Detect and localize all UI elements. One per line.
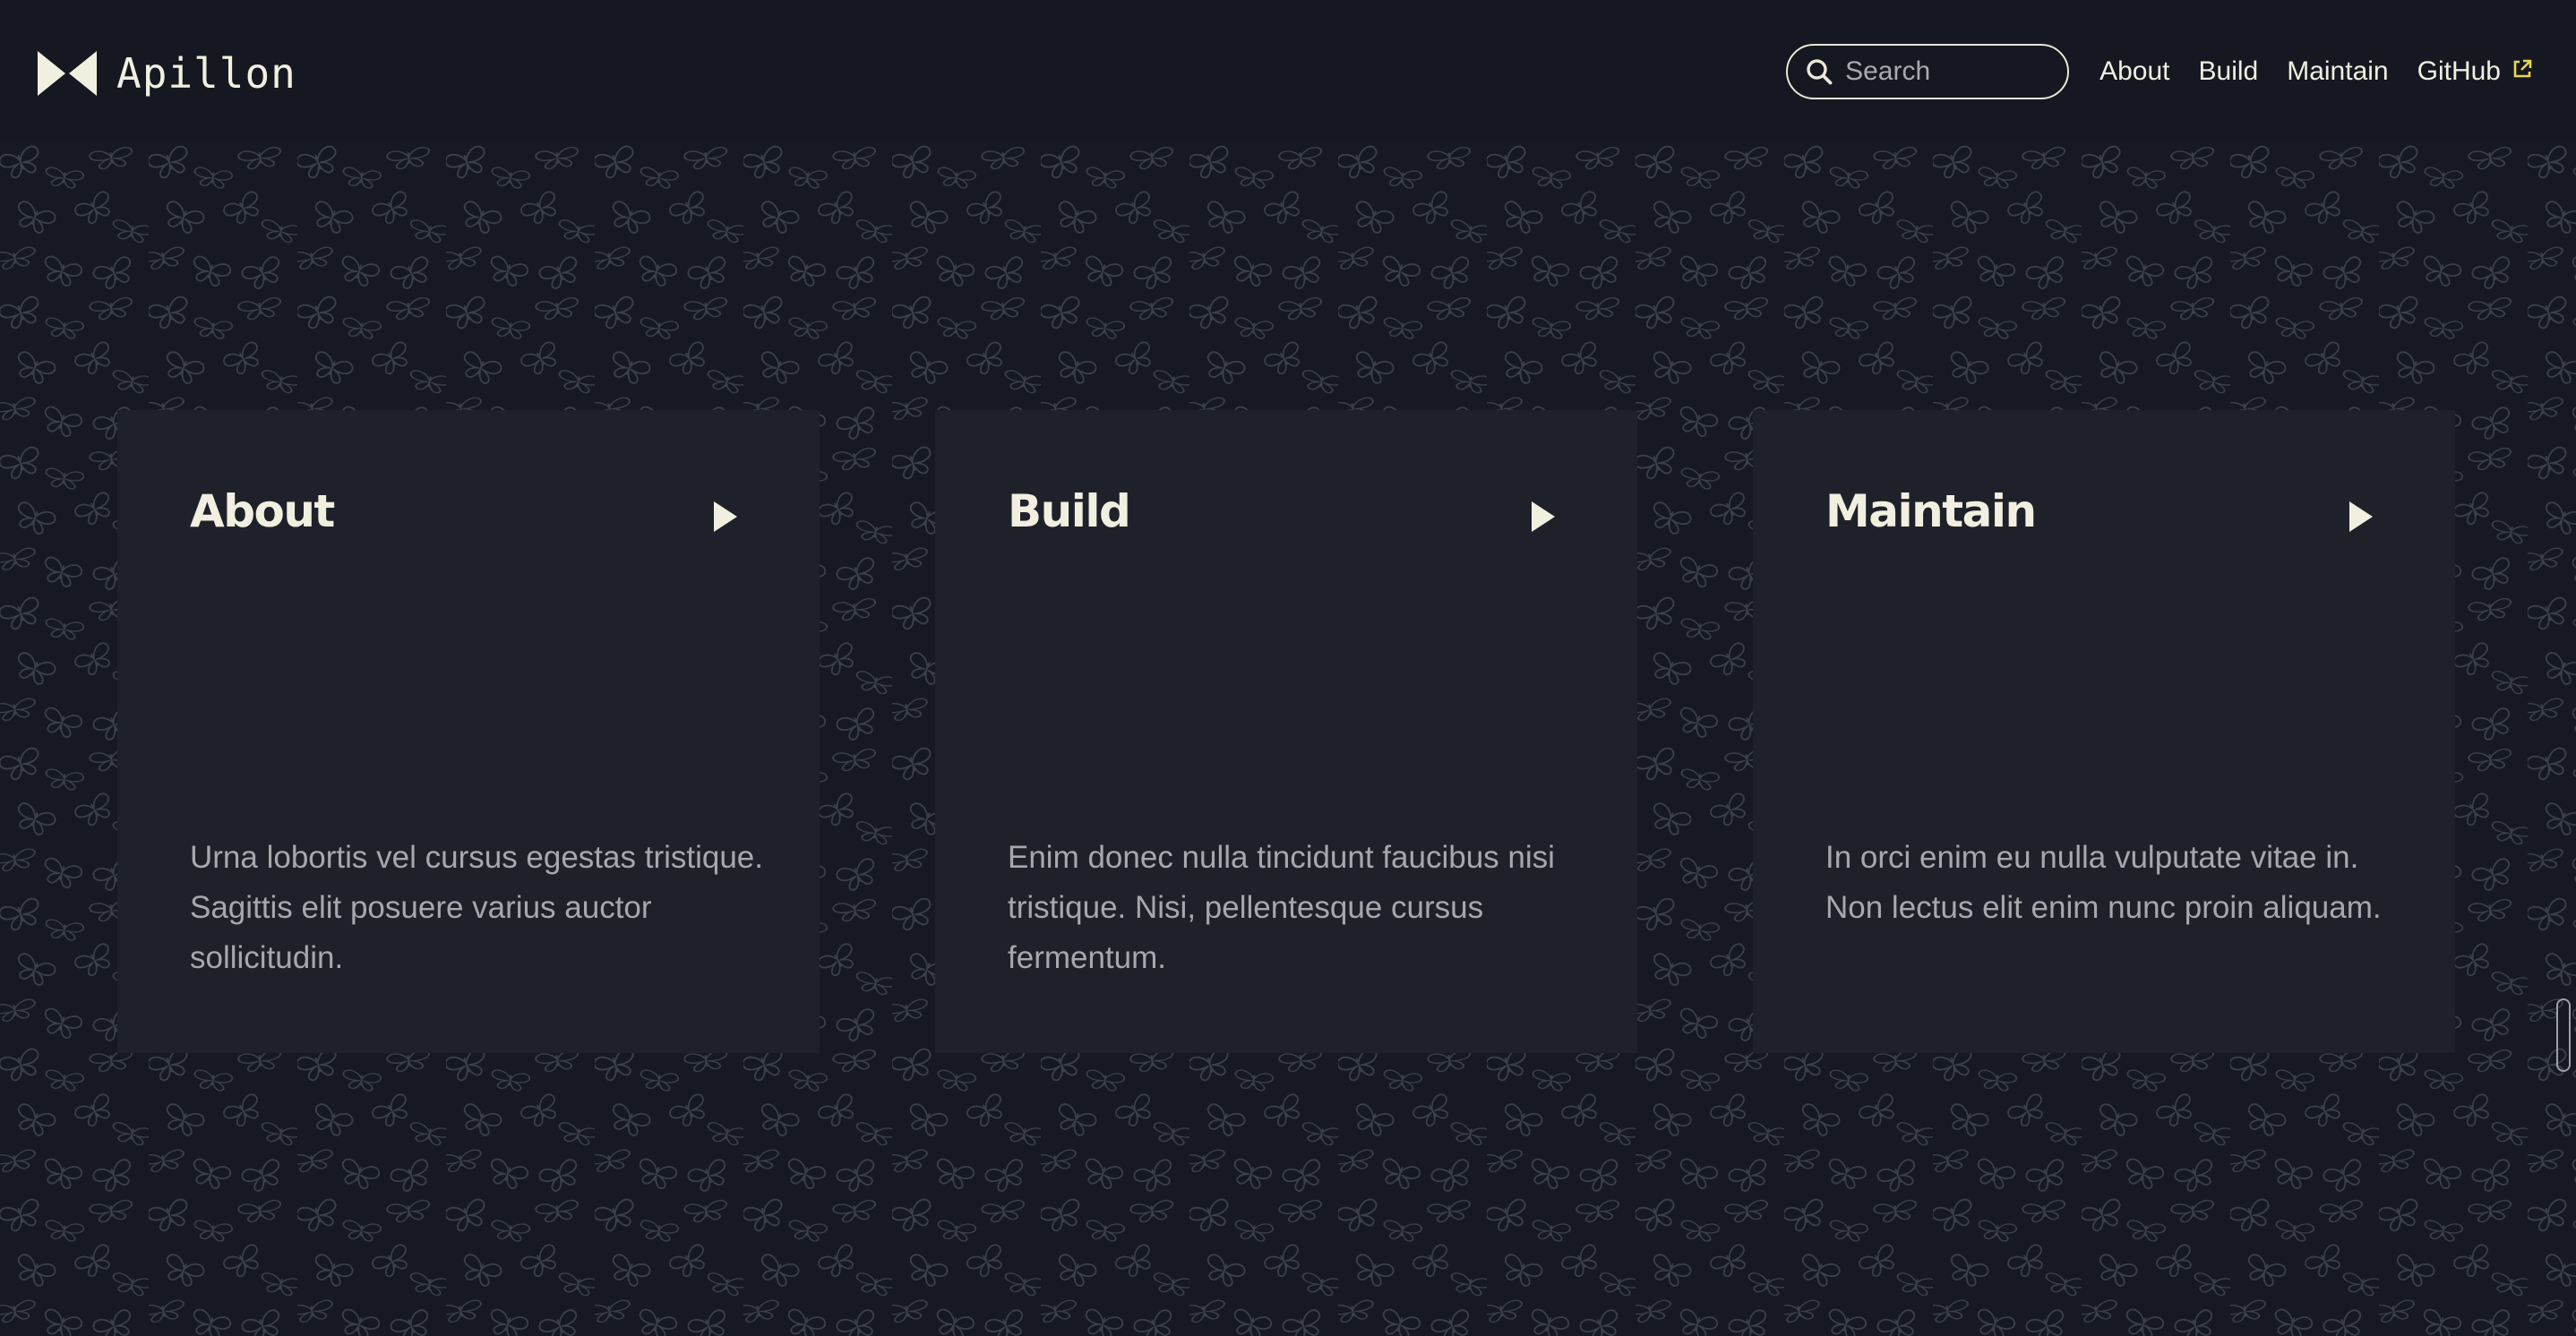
nav-link-about[interactable]: About [2099,56,2169,87]
bowtie-logo-icon [38,51,97,96]
top-navigation-bar: Apillon About Build Maintain [0,0,2576,141]
nav-link-label: GitHub [2417,56,2501,86]
card-title: Maintain [1825,485,2037,537]
search-icon [1806,58,1833,85]
about-card[interactable]: About Urna lobortis vel cursus egestas t… [117,410,820,1053]
card-title: About [190,485,335,537]
scrollbar-thumb[interactable] [2556,998,2571,1072]
nav-link-github[interactable]: GitHub [2417,56,2533,87]
nav-link-label: Maintain [2287,56,2389,86]
nav-link-label: About [2099,56,2170,86]
nav-link-maintain[interactable]: Maintain [2287,56,2388,87]
card-description: In orci enim eu nulla vulputate vitae in… [1825,840,2382,925]
play-arrow-icon [1532,501,1555,532]
card-description: Enim donec nulla tincidunt faucibus nisi… [1008,840,1555,975]
page: Apillon About Build Maintain [0,0,2576,1336]
maintain-card[interactable]: Maintain In orci enim eu nulla vulputate… [1753,410,2455,1053]
main-nav: About Build Maintain GitHub [1786,41,2533,102]
search-box[interactable] [1786,44,2070,99]
card-title: Build [1008,485,1131,537]
nav-link-build[interactable]: Build [2199,56,2259,87]
card-description: Urna lobortis vel cursus egestas tristiq… [190,840,763,975]
brand-name: Apillon [116,49,296,98]
feature-cards: About Urna lobortis vel cursus egestas t… [117,410,2455,1053]
build-card[interactable]: Build Enim donec nulla tincidunt faucibu… [935,410,1637,1053]
search-input[interactable] [1845,56,2043,87]
play-arrow-icon [2349,501,2373,532]
home-link[interactable]: Apillon [38,47,296,100]
nav-link-label: Build [2198,56,2259,86]
play-arrow-icon [714,501,737,532]
external-link-icon [2512,56,2533,87]
